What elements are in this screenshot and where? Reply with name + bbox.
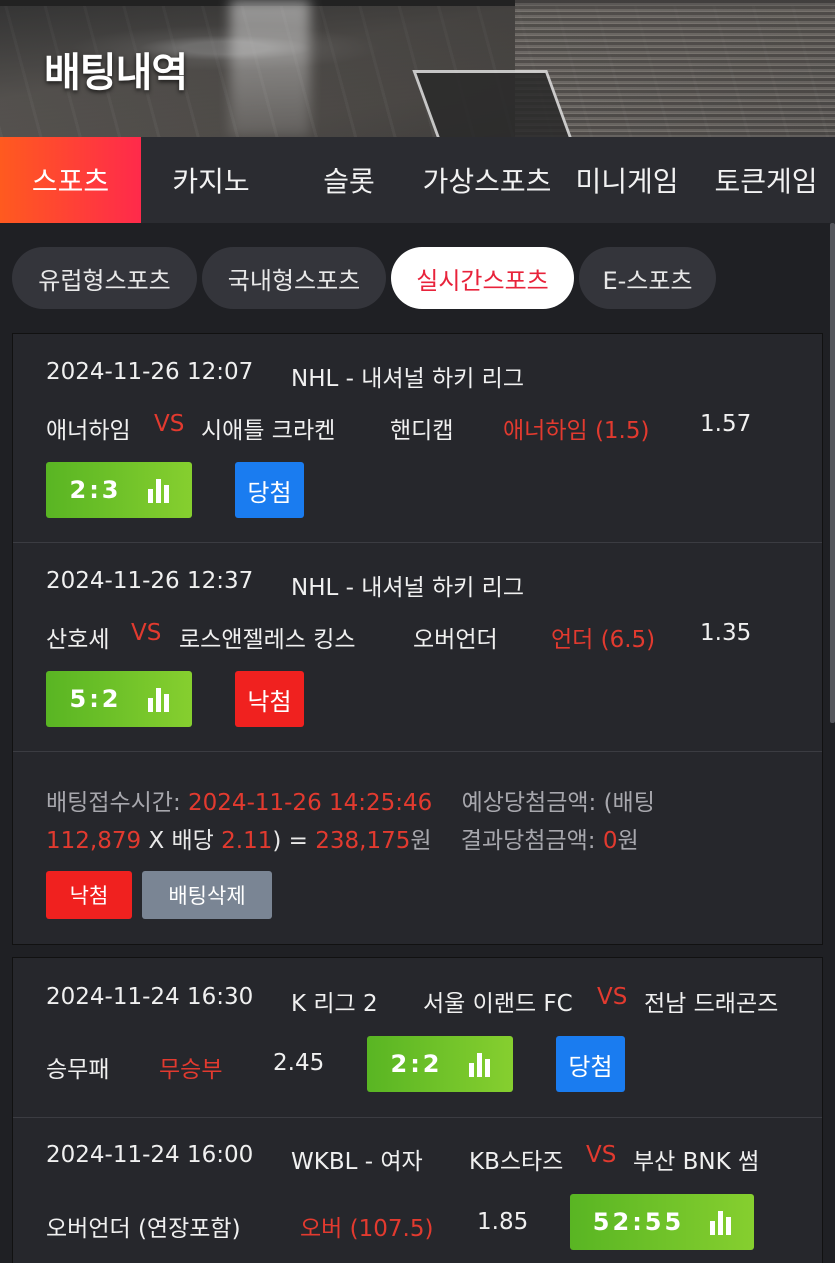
page-title: 배팅내역 bbox=[44, 50, 188, 96]
bet-market: 오버언더 (연장포함) bbox=[46, 1216, 241, 1242]
score-button[interactable]: 5:2 bbox=[46, 671, 192, 727]
sub-tabs: 유럽형스포츠 국내형스포츠 실시간스포츠 E-스포츠 bbox=[12, 247, 716, 309]
result-badge-win: 당첨 bbox=[556, 1036, 625, 1092]
bet-league: WKBL - 여자 bbox=[291, 1149, 423, 1175]
bet-pick: 언더 (6.5) bbox=[551, 627, 656, 653]
bet-home-team: 산호세 bbox=[46, 627, 110, 653]
subtab-domestic-sports[interactable]: 국내형스포츠 bbox=[202, 247, 386, 309]
bet-odds: 1.85 bbox=[477, 1209, 529, 1235]
stats-bar-icon bbox=[710, 1209, 732, 1235]
vs-label: VS bbox=[597, 984, 628, 1010]
bet-odds: 1.35 bbox=[700, 620, 752, 646]
stats-bar-icon bbox=[147, 686, 169, 712]
bet-time-value: 2024-11-26 14:25:46 bbox=[188, 790, 433, 816]
bet-time-label: 배팅접수시간: bbox=[46, 790, 181, 816]
result-badge-win: 당첨 bbox=[235, 462, 304, 518]
bet-odds: 1.57 bbox=[700, 411, 752, 437]
times-odds-label: X 배당 bbox=[148, 828, 214, 854]
expected-win-label: 예상당첨금액: (배팅 bbox=[461, 790, 655, 816]
stake-amount: 112,879 bbox=[46, 828, 142, 854]
lose-status-button[interactable]: 낙첨 bbox=[46, 871, 132, 919]
bet-datetime: 2024-11-26 12:07 bbox=[46, 359, 254, 385]
result-badge-lose: 낙첨 bbox=[235, 671, 304, 727]
score-text: 2:3 bbox=[69, 476, 122, 504]
bet-market: 핸디캡 bbox=[390, 418, 454, 444]
score-button[interactable]: 52:55 bbox=[570, 1194, 754, 1250]
subtab-european-sports[interactable]: 유럽형스포츠 bbox=[12, 247, 197, 309]
score-text: 5:2 bbox=[69, 685, 122, 713]
tab-sports[interactable]: 스포츠 bbox=[0, 137, 141, 223]
summary-text: 배팅접수시간: 2024-11-26 14:25:46 예상당첨금액: (배팅 … bbox=[46, 784, 696, 860]
score-text: 2:2 bbox=[390, 1050, 443, 1078]
bet-row: 2024-11-24 16:30 K 리그 2 서울 이랜드 FC VS 전남 … bbox=[13, 958, 822, 1118]
result-amount: 0 bbox=[602, 828, 618, 854]
bet-row: 2024-11-26 12:07 NHL - 내셔널 하키 리그 애너하임 VS… bbox=[13, 334, 822, 543]
bet-pick: 오버 (107.5) bbox=[300, 1216, 434, 1242]
tab-slot[interactable]: 슬롯 bbox=[281, 137, 417, 223]
bet-row: 2024-11-24 16:00 WKBL - 여자 KB스타즈 VS 부산 B… bbox=[13, 1118, 822, 1263]
score-text: 52:55 bbox=[592, 1208, 685, 1236]
vs-label: VS bbox=[154, 411, 185, 437]
bet-summary: 배팅접수시간: 2024-11-26 14:25:46 예상당첨금액: (배팅 … bbox=[13, 752, 822, 944]
bet-slip-card: 2024-11-26 12:07 NHL - 내셔널 하키 리그 애너하임 VS… bbox=[12, 333, 823, 945]
subtab-esports[interactable]: E-스포츠 bbox=[579, 247, 716, 309]
subtab-live-sports[interactable]: 실시간스포츠 bbox=[391, 247, 574, 309]
won-unit: 원 bbox=[410, 828, 432, 854]
endzone-image bbox=[412, 70, 573, 137]
bet-pick: 무승부 bbox=[159, 1057, 223, 1083]
expected-amount: 238,175 bbox=[315, 828, 411, 854]
header-banner: 배팅내역 bbox=[0, 0, 835, 137]
bet-home-team: 애너하임 bbox=[46, 418, 131, 444]
vs-label: VS bbox=[131, 620, 162, 646]
tab-casino[interactable]: 카지노 bbox=[141, 137, 281, 223]
smoke-image bbox=[230, 0, 310, 137]
equals-label: ) = bbox=[272, 828, 308, 854]
bet-home-team: KB스타즈 bbox=[469, 1149, 564, 1175]
bet-datetime: 2024-11-26 12:37 bbox=[46, 568, 254, 594]
bet-odds: 2.45 bbox=[273, 1050, 325, 1076]
bet-away-team: 시애틀 크라켄 bbox=[201, 418, 336, 444]
bet-datetime: 2024-11-24 16:00 bbox=[46, 1142, 254, 1168]
bet-away-team: 전남 드래곤즈 bbox=[644, 991, 779, 1017]
stats-bar-icon bbox=[147, 477, 169, 503]
vs-label: VS bbox=[586, 1142, 617, 1168]
bet-league: K 리그 2 bbox=[291, 991, 378, 1017]
bet-row: 2024-11-26 12:37 NHL - 내셔널 하키 리그 산호세 VS … bbox=[13, 543, 822, 752]
tab-virtual-sports[interactable]: 가상스포츠 bbox=[417, 137, 557, 223]
bet-market: 오버언더 bbox=[413, 627, 498, 653]
score-button[interactable]: 2:2 bbox=[367, 1036, 513, 1092]
bet-league: NHL - 내셔널 하키 리그 bbox=[291, 575, 524, 601]
bet-pick: 애너하임 (1.5) bbox=[503, 418, 650, 444]
bet-league: NHL - 내셔널 하키 리그 bbox=[291, 366, 524, 392]
tab-minigame[interactable]: 미니게임 bbox=[557, 137, 697, 223]
total-odds: 2.11 bbox=[221, 828, 273, 854]
won-unit: 원 bbox=[617, 828, 639, 854]
scrollbar[interactable] bbox=[830, 223, 835, 723]
tab-token-game[interactable]: 토큰게임 bbox=[697, 137, 835, 223]
delete-bet-button[interactable]: 배팅삭제 bbox=[142, 871, 272, 919]
result-win-label: 결과당첨금액: bbox=[460, 828, 596, 854]
bet-home-team: 서울 이랜드 FC bbox=[423, 991, 573, 1017]
bet-away-team: 부산 BNK 썸 bbox=[633, 1149, 760, 1175]
stats-bar-icon bbox=[468, 1051, 490, 1077]
bet-away-team: 로스앤젤레스 킹스 bbox=[179, 627, 356, 653]
category-tabs: 스포츠 카지노 슬롯 가상스포츠 미니게임 토큰게임 bbox=[0, 137, 835, 223]
bet-datetime: 2024-11-24 16:30 bbox=[46, 984, 254, 1010]
bet-market: 승무패 bbox=[46, 1057, 110, 1083]
score-button[interactable]: 2:3 bbox=[46, 462, 192, 518]
bet-slip-card: 2024-11-24 16:30 K 리그 2 서울 이랜드 FC VS 전남 … bbox=[12, 957, 823, 1263]
